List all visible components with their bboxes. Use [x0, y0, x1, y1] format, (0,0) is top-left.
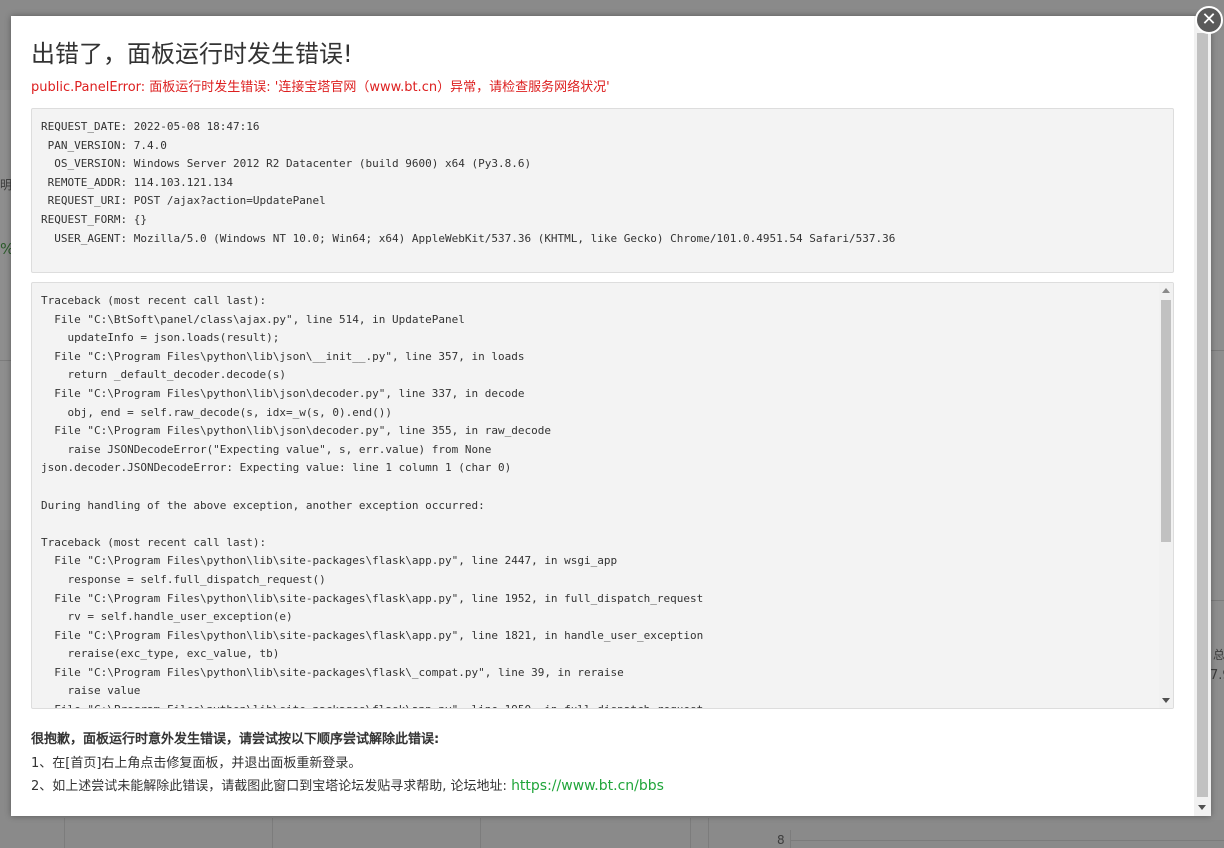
traceback-scrollbar[interactable]: [1159, 283, 1173, 708]
request-info-line: REQUEST_DATE: 2022-05-08 18:47:16: [41, 120, 260, 133]
traceback-line: obj, end = self.raw_decode(s, idx=_w(s, …: [41, 405, 392, 419]
background-divider: [1211, 600, 1224, 601]
traceback-line: raise JSONDecodeError("Expecting value",…: [41, 442, 492, 456]
traceback-line: [41, 478, 703, 497]
background-divider: [64, 818, 65, 848]
traceback-scroll-thumb[interactable]: [1161, 300, 1171, 542]
traceback-box[interactable]: Traceback (most recent call last): File …: [31, 282, 1174, 709]
background-panel-right: [1211, 30, 1224, 820]
traceback-line: File "C:\Program Files\python\lib\json\d…: [41, 424, 551, 438]
traceback-line: [41, 515, 703, 534]
request-info-box: REQUEST_DATE: 2022-05-08 18:47:16 PAN_VE…: [31, 108, 1174, 273]
chart-axis-background: [790, 840, 1224, 841]
traceback-line: response = self.full_dispatch_request(): [41, 572, 326, 586]
request-info-line: USER_AGENT: Mozilla/5.0 (Windows NT 10.0…: [41, 231, 896, 245]
dialog-scrollbar[interactable]: [1194, 16, 1211, 816]
error-dialog: 出错了，面板运行时发生错误! public.PanelError: 面板运行时发…: [11, 16, 1211, 816]
dialog-scroll-thumb[interactable]: [1197, 33, 1208, 797]
traceback-line: Traceback (most recent call last):: [41, 294, 267, 307]
chart-axis-background: [790, 830, 791, 848]
traceback-line: updateInfo = json.loads(result);: [41, 331, 280, 345]
traceback-line: File "C:\Program Files\python\lib\site-p…: [41, 628, 704, 642]
traceback-line: return _default_decoder.decode(s): [41, 368, 287, 382]
close-icon: ✕: [1201, 9, 1217, 30]
request-info-line: OS_VERSION: Windows Server 2012 R2 Datac…: [41, 157, 532, 171]
error-summary: public.PanelError: 面板运行时发生错误: '连接宝塔官网（ww…: [31, 80, 610, 95]
help-step-2: 2、如上述尝试未能解除此错误，请截图此窗口到宝塔论坛发贴寻求帮助, 论坛地址: …: [31, 775, 664, 794]
background-text-fragment: 总: [1213, 648, 1224, 662]
help-step-1: 1、在[首页]右上角点击修复面板，并退出面板重新登录。: [31, 756, 362, 771]
traceback-line: File "C:\Program Files\python\lib\json\d…: [41, 386, 525, 400]
traceback-line: raise value: [41, 684, 141, 698]
forum-link[interactable]: https://www.bt.cn/bbs: [511, 778, 664, 794]
scroll-up-arrow-icon[interactable]: [1162, 288, 1170, 293]
background-divider: [0, 360, 11, 361]
traceback-line: File "C:\Program Files\python\lib\site-p…: [41, 591, 704, 605]
request-info-line: REQUEST_FORM: {}: [41, 212, 147, 226]
traceback-line: File "C:\Program Files\python\lib\site-p…: [41, 701, 703, 708]
traceback-line: json.decoder.JSONDecodeError: Expecting …: [41, 461, 512, 475]
close-button[interactable]: ✕: [1195, 6, 1223, 34]
scroll-down-arrow-icon[interactable]: [1198, 805, 1206, 810]
dialog-title: 出错了，面板运行时发生错误!: [31, 40, 353, 68]
background-divider: [708, 818, 709, 848]
request-info-line: PAN_VERSION: 7.4.0: [41, 138, 167, 152]
background-divider: [1211, 350, 1224, 351]
traceback-line: File "C:\Program Files\python\lib\site-p…: [41, 665, 624, 679]
request-info-line: REQUEST_URI: POST /ajax?action=UpdatePan…: [41, 194, 326, 208]
traceback-lines: Traceback (most recent call last): File …: [41, 292, 704, 708]
help-step-2-text: 2、如上述尝试未能解除此错误，请截图此窗口到宝塔论坛发贴寻求帮助, 论坛地址:: [31, 779, 512, 794]
background-divider: [690, 818, 691, 848]
traceback-line: File "C:\BtSoft\panel/class\ajax.py", li…: [41, 312, 465, 326]
traceback-line: File "C:\Program Files\python\lib\json\_…: [41, 349, 525, 363]
request-info-line: REMOTE_ADDR: 114.103.121.134: [41, 175, 234, 189]
traceback-line: During handling of the above exception, …: [41, 498, 485, 512]
background-divider: [480, 818, 481, 848]
help-title: 很抱歉，面板运行时意外发生错误，请尝试按以下顺序尝试解除此错误:: [31, 732, 440, 747]
background-divider: [272, 818, 273, 848]
scroll-down-arrow-icon[interactable]: [1162, 698, 1170, 703]
background-text-fragment: 8: [777, 833, 785, 847]
background-panel-left: [0, 90, 11, 530]
traceback-line: Traceback (most recent call last):: [41, 535, 267, 549]
traceback-line: rv = self.handle_user_exception(e): [41, 610, 293, 624]
request-info-lines: REQUEST_DATE: 2022-05-08 18:47:16 PAN_VE…: [41, 118, 895, 248]
traceback-line: reraise(exc_type, exc_value, tb): [41, 647, 280, 661]
error-dialog-content: 出错了，面板运行时发生错误! public.PanelError: 面板运行时发…: [11, 16, 1194, 816]
background-text-fragment: 7.9: [1210, 668, 1224, 683]
traceback-line: File "C:\Program Files\python\lib\site-p…: [41, 554, 618, 568]
